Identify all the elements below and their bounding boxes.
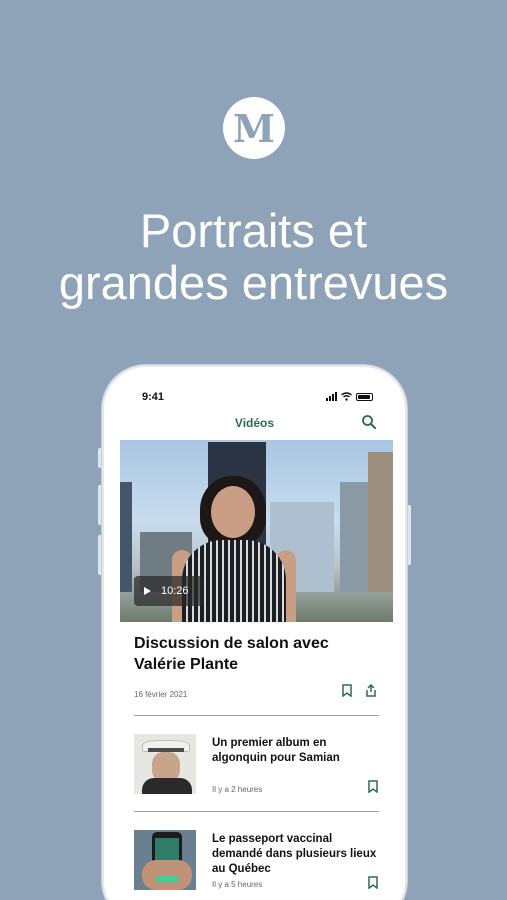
divider (134, 715, 379, 716)
article-time: Il y a 5 heures (212, 880, 263, 889)
status-bar: 9:41 (104, 389, 405, 405)
bookmark-icon[interactable] (367, 780, 379, 793)
phone-mockup: 9:41 Vidéos 10:26 Discussion de salon av… (102, 365, 407, 900)
search-icon[interactable] (361, 414, 377, 430)
battery-icon (356, 393, 373, 401)
status-icons (326, 392, 373, 401)
shirt-shape (142, 778, 192, 794)
share-icon[interactable] (365, 684, 377, 697)
article-title[interactable]: Le passeport vaccinal demandé dans plusi… (212, 832, 377, 877)
promo-headline: Portraits et grandes entrevues (0, 205, 507, 309)
headline-line-1: Portraits et (139, 204, 368, 257)
bookmark-icon[interactable] (367, 876, 379, 889)
article-thumbnail (134, 734, 196, 794)
status-time: 9:41 (142, 391, 165, 403)
featured-date: 16 février 2021 (134, 690, 188, 699)
top-nav: Vidéos (104, 413, 405, 435)
video-play-badge[interactable]: 10:26 (134, 576, 204, 606)
cellular-signal-icon (326, 392, 337, 401)
featured-title[interactable]: Discussion de salon avec Valérie Plante (134, 633, 374, 675)
hand-shape (142, 860, 192, 890)
brand-logo: M (223, 97, 285, 159)
article-thumbnail (134, 830, 196, 890)
featured-video-thumbnail[interactable]: 10:26 (120, 440, 393, 622)
article-item[interactable]: Le passeport vaccinal demandé dans plusi… (134, 830, 379, 894)
nav-title: Vidéos (234, 416, 275, 430)
article-item[interactable]: Un premier album en algonquin pour Samia… (134, 734, 379, 798)
building (368, 452, 393, 592)
building (340, 482, 370, 592)
divider (134, 811, 379, 812)
article-title[interactable]: Un premier album en algonquin pour Samia… (212, 736, 377, 766)
bookmark-icon[interactable] (341, 684, 353, 697)
video-duration: 10:26 (161, 585, 189, 597)
button-shape (156, 876, 178, 882)
person-face (211, 486, 255, 538)
wifi-icon (341, 392, 352, 401)
article-time: Il y a 2 heures (212, 785, 263, 794)
play-icon (144, 587, 151, 595)
building (120, 482, 132, 592)
headline-line-2: grandes entrevues (58, 256, 449, 309)
featured-actions (341, 684, 377, 697)
logo-letter: M (232, 105, 276, 151)
